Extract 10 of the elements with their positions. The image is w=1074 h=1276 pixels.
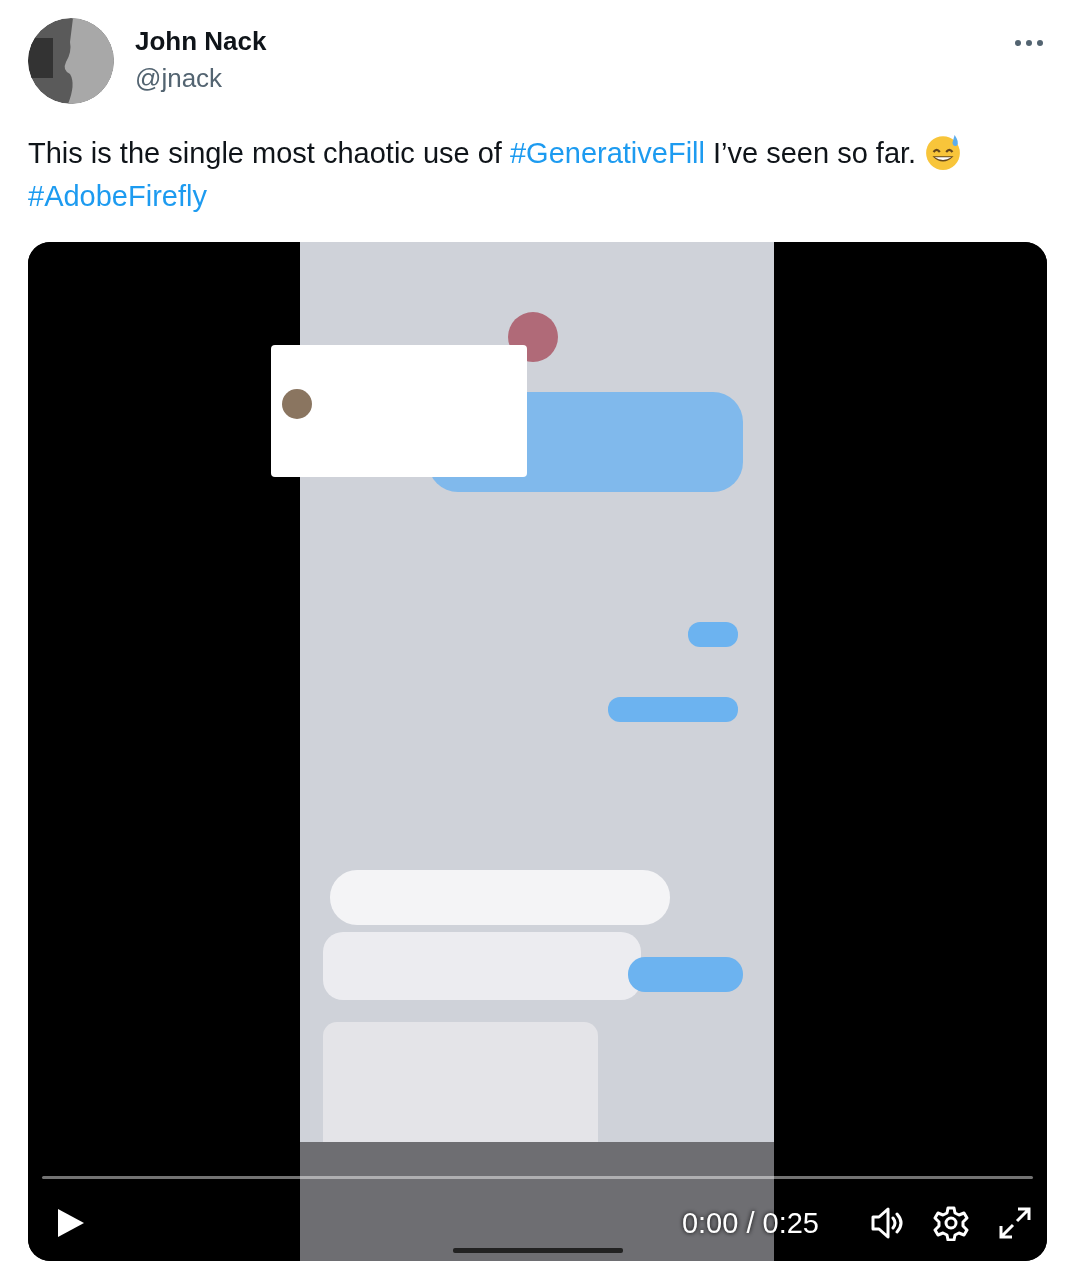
- tweet-text: This is the single most chaotic use of #GenerativeFill I’ve seen so far. #AdobeFirefly: [28, 132, 1046, 218]
- volume-icon[interactable]: [869, 1205, 905, 1241]
- video-time: 0:00 / 0:25: [681, 1206, 819, 1240]
- author-name[interactable]: John Nack: [135, 26, 993, 57]
- play-icon[interactable]: [56, 1207, 86, 1239]
- fullscreen-icon[interactable]: [997, 1205, 1033, 1241]
- sweat-smile-emoji-icon: [924, 133, 963, 171]
- more-icon[interactable]: [1014, 38, 1044, 48]
- author-handle[interactable]: @jnack: [135, 63, 993, 94]
- settings-icon[interactable]: [933, 1205, 969, 1241]
